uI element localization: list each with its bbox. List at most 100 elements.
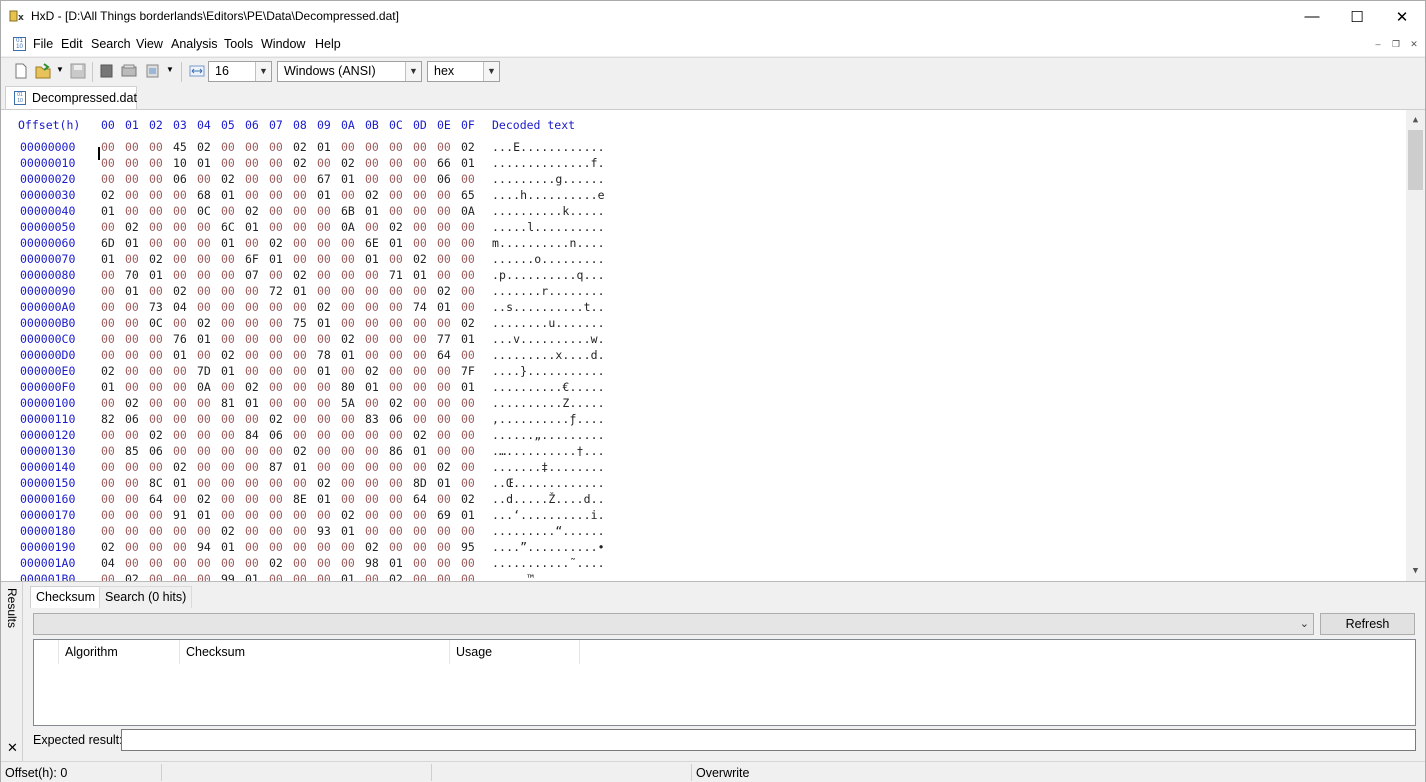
hex-byte[interactable]: 00: [437, 140, 451, 154]
hex-byte[interactable]: 02: [197, 492, 211, 506]
hex-byte[interactable]: 00: [149, 348, 163, 362]
hex-byte[interactable]: 00: [365, 140, 379, 154]
hex-byte[interactable]: 02: [365, 364, 379, 378]
hex-byte[interactable]: 00: [221, 556, 235, 570]
hex-byte[interactable]: 00: [317, 556, 331, 570]
hex-byte[interactable]: 07: [245, 268, 259, 282]
hex-byte[interactable]: 00: [365, 524, 379, 538]
hex-byte[interactable]: 01: [245, 572, 259, 581]
hex-byte[interactable]: 06: [389, 412, 403, 426]
hex-byte[interactable]: 00: [317, 444, 331, 458]
document-system-menu-icon[interactable]: 01 10: [13, 37, 26, 51]
hex-byte[interactable]: 00: [101, 300, 115, 314]
hex-byte[interactable]: 00: [461, 476, 475, 490]
decoded-text[interactable]: .....™..........: [492, 572, 605, 581]
hex-byte[interactable]: 00: [125, 540, 139, 554]
hex-byte[interactable]: 00: [365, 220, 379, 234]
hex-byte[interactable]: 00: [293, 236, 307, 250]
hex-byte[interactable]: 00: [293, 380, 307, 394]
hex-byte[interactable]: 00: [221, 252, 235, 266]
hex-byte[interactable]: 00: [221, 316, 235, 330]
hex-byte[interactable]: 00: [437, 220, 451, 234]
hex-byte[interactable]: 02: [293, 140, 307, 154]
hex-byte[interactable]: 00: [293, 540, 307, 554]
hex-byte[interactable]: 64: [149, 492, 163, 506]
hex-byte[interactable]: 00: [149, 396, 163, 410]
hex-byte[interactable]: 00: [413, 460, 427, 474]
hex-byte[interactable]: 00: [413, 524, 427, 538]
hex-byte[interactable]: 00: [173, 252, 187, 266]
hex-byte[interactable]: 6C: [221, 220, 235, 234]
hex-byte[interactable]: 71: [389, 268, 403, 282]
hex-byte[interactable]: 00: [125, 188, 139, 202]
hex-byte[interactable]: 00: [389, 300, 403, 314]
save-icon[interactable]: [70, 63, 86, 79]
hex-byte[interactable]: 00: [245, 332, 259, 346]
hex-byte[interactable]: 01: [149, 268, 163, 282]
hex-byte[interactable]: 02: [461, 492, 475, 506]
hex-byte[interactable]: 00: [125, 300, 139, 314]
decoded-text[interactable]: ....}...........: [492, 364, 605, 378]
hex-byte[interactable]: 00: [149, 572, 163, 581]
hex-byte[interactable]: 00: [221, 204, 235, 218]
hex-byte[interactable]: 00: [101, 316, 115, 330]
table-header-usage[interactable]: Usage: [450, 640, 580, 664]
close-button[interactable]: ✕: [1379, 1, 1425, 32]
hex-byte[interactable]: 00: [365, 460, 379, 474]
hex-byte[interactable]: 00: [197, 476, 211, 490]
hex-byte[interactable]: 00: [461, 284, 475, 298]
hex-byte[interactable]: 00: [149, 332, 163, 346]
hex-byte[interactable]: 01: [317, 316, 331, 330]
hex-byte[interactable]: 00: [245, 156, 259, 170]
hex-byte[interactable]: 00: [389, 524, 403, 538]
hex-byte[interactable]: 00: [101, 524, 115, 538]
hex-byte[interactable]: 01: [221, 364, 235, 378]
hex-byte[interactable]: 00: [221, 140, 235, 154]
hex-byte[interactable]: 00: [125, 460, 139, 474]
hex-byte[interactable]: 00: [269, 156, 283, 170]
hex-byte[interactable]: 01: [221, 236, 235, 250]
hex-byte[interactable]: 00: [125, 332, 139, 346]
hex-byte[interactable]: 00: [461, 428, 475, 442]
hex-byte[interactable]: 01: [437, 476, 451, 490]
hex-byte[interactable]: 00: [101, 284, 115, 298]
hex-byte[interactable]: 01: [365, 380, 379, 394]
hex-byte[interactable]: 00: [461, 348, 475, 362]
hex-byte[interactable]: 02: [149, 252, 163, 266]
hex-byte[interactable]: 00: [293, 508, 307, 522]
hex-byte[interactable]: 8E: [293, 492, 307, 506]
hex-byte[interactable]: 00: [149, 284, 163, 298]
hex-byte[interactable]: 01: [245, 396, 259, 410]
hex-byte[interactable]: 02: [125, 396, 139, 410]
hex-byte[interactable]: 00: [341, 460, 355, 474]
hex-byte[interactable]: 00: [317, 396, 331, 410]
hex-byte[interactable]: 02: [125, 572, 139, 581]
hex-byte[interactable]: 83: [365, 412, 379, 426]
hex-byte[interactable]: 00: [341, 428, 355, 442]
hex-byte[interactable]: 02: [269, 556, 283, 570]
hex-byte[interactable]: 6B: [341, 204, 355, 218]
hex-byte[interactable]: 00: [149, 524, 163, 538]
decoded-text[interactable]: .....l..........: [492, 220, 605, 234]
hex-byte[interactable]: 01: [461, 332, 475, 346]
hex-byte[interactable]: 01: [341, 524, 355, 538]
hex-byte[interactable]: 02: [341, 508, 355, 522]
hex-byte[interactable]: 01: [341, 348, 355, 362]
hex-byte[interactable]: 00: [245, 540, 259, 554]
hex-byte[interactable]: 00: [245, 444, 259, 458]
hex-byte[interactable]: 01: [293, 460, 307, 474]
hex-byte[interactable]: 01: [245, 220, 259, 234]
hex-byte[interactable]: 02: [245, 204, 259, 218]
hex-byte[interactable]: 00: [413, 364, 427, 378]
hex-byte[interactable]: 02: [437, 460, 451, 474]
hex-byte[interactable]: 02: [293, 156, 307, 170]
hex-byte[interactable]: 00: [437, 444, 451, 458]
hex-byte[interactable]: 00: [461, 524, 475, 538]
hex-byte[interactable]: 00: [413, 236, 427, 250]
vertical-scrollbar[interactable]: ▲ ▼: [1406, 110, 1425, 581]
hex-byte[interactable]: 00: [389, 284, 403, 298]
hex-byte[interactable]: 00: [173, 540, 187, 554]
hex-byte[interactable]: 68: [197, 188, 211, 202]
hex-byte[interactable]: 00: [149, 204, 163, 218]
hex-byte[interactable]: 00: [197, 236, 211, 250]
